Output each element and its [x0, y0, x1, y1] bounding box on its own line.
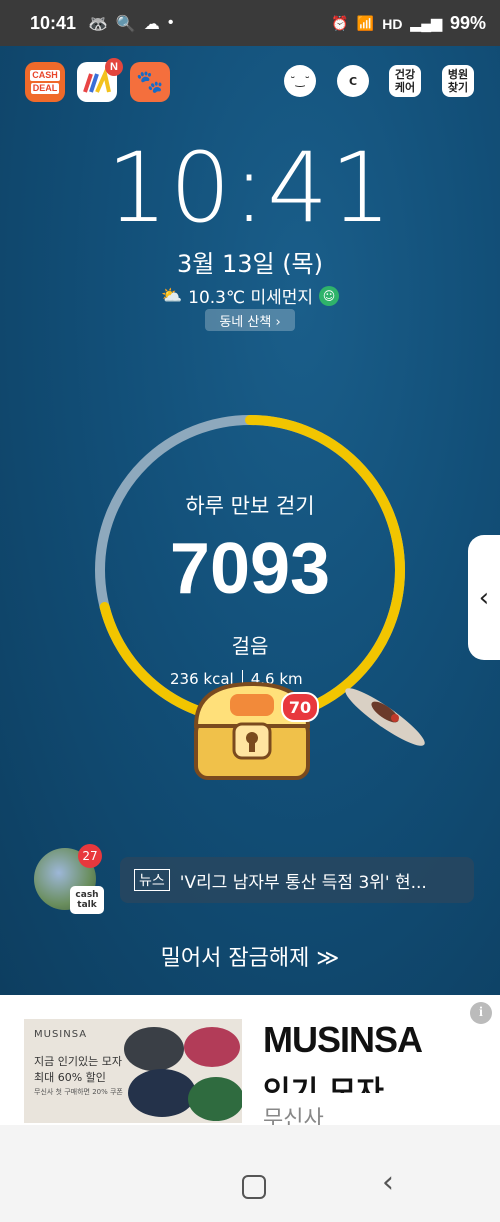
cloud-icon: ☁: [143, 16, 160, 33]
ad-image-line2: 최대 60% 할인: [34, 1071, 106, 1084]
ad-image-line3: 무신사 첫 구매하면 20% 쿠폰: [34, 1088, 123, 1096]
cashtalk-app-icon[interactable]: N: [77, 58, 123, 102]
chest-badge: 70: [281, 692, 319, 722]
ad-image-brand: MUSINSA: [34, 1029, 88, 1040]
treasure-chest[interactable]: 70: [190, 676, 319, 782]
ad-subtitle: 인기 모자: [263, 1075, 384, 1093]
surfer-decoration-icon: [345, 688, 425, 746]
talk-badge: 27: [78, 844, 102, 868]
coin-button[interactable]: C: [337, 65, 369, 97]
health-care-button[interactable]: 건강 케어: [389, 65, 421, 97]
wifi-icon: 📶: [356, 15, 375, 31]
system-icons: ⏰ 📶 HD ▂▄▆ 99%: [331, 13, 486, 34]
side-panel-toggle[interactable]: ‹: [468, 535, 500, 660]
status-time: 10:41: [30, 13, 77, 33]
step-count: 7093: [169, 529, 331, 609]
ad-image[interactable]: MUSINSA 지금 인기있는 모자 최대 60% 할인 무신사 첫 구매하면 …: [24, 1019, 242, 1123]
ad-image-line1: 지금 인기있는 모자: [34, 1055, 122, 1068]
cashtalk-avatar[interactable]: 27 cash talk: [34, 844, 104, 914]
weather-info[interactable]: ⛅ 10.3℃ 미세먼지 ☺: [0, 283, 500, 308]
navigation-bar: ‹: [0, 1125, 500, 1222]
news-headline: 'V리그 남자부 통산 득점 3위' 현...: [179, 872, 427, 893]
ad-info-icon[interactable]: i: [470, 1002, 492, 1024]
face-button[interactable]: ˘‿˘: [284, 65, 316, 97]
neighborhood-walk-button[interactable]: 동네 산책 ›: [205, 309, 295, 331]
news-tag: 뉴스: [134, 869, 170, 891]
notification-badge: N: [105, 58, 123, 76]
slide-to-unlock[interactable]: 밀어서 잠금해제 ≫: [0, 940, 500, 972]
alarm-icon: ⏰: [331, 15, 349, 31]
weather-icon: ⛅: [160, 285, 183, 306]
lockscreen-date: 3월 13일 (목): [176, 250, 324, 278]
app-notification-icon: 🦝: [88, 16, 108, 33]
cash-deal-line1: CASH: [30, 70, 60, 81]
weather-text: 10.3℃ 미세먼지: [188, 288, 314, 308]
caps-product-icon: [124, 1027, 242, 1121]
ad-banner[interactable]: MUSINSA 지금 인기있는 모자 최대 60% 할인 무신사 첫 구매하면 …: [0, 995, 500, 1132]
pet-app-icon[interactable]: 🐾: [130, 62, 170, 102]
step-unit: 걸음: [231, 634, 269, 658]
hd-voice-icon: HD: [382, 15, 403, 32]
cash-deal-app-icon[interactable]: CASH DEAL: [25, 62, 65, 102]
walk-title: 하루 만보 걷기: [185, 494, 315, 518]
lockscreen-clock: 10:41: [106, 132, 394, 244]
home-button[interactable]: [242, 1175, 266, 1199]
hospital-search-button[interactable]: 병원 찾기: [442, 65, 474, 97]
battery-level: 99%: [449, 13, 486, 33]
more-dot-icon: •: [167, 14, 174, 31]
ad-title: MUSINSA: [263, 1019, 423, 1060]
cashtalk-label: cash talk: [70, 886, 104, 914]
news-ticker[interactable]: 뉴스 'V리그 남자부 통산 득점 3위' 현...: [120, 857, 474, 903]
back-button[interactable]: ‹: [382, 1165, 394, 1200]
signal-icon: ▂▄▆: [410, 15, 442, 31]
notification-icons: 🦝 🔍 ☁ •: [88, 14, 173, 34]
status-bar: 10:41 🦝 🔍 ☁ • ⏰ 📶 HD ▂▄▆ 99%: [0, 0, 500, 46]
cash-deal-line2: DEAL: [30, 83, 60, 94]
dust-good-icon: ☺: [319, 285, 340, 306]
search-icon: 🔍: [115, 16, 136, 33]
